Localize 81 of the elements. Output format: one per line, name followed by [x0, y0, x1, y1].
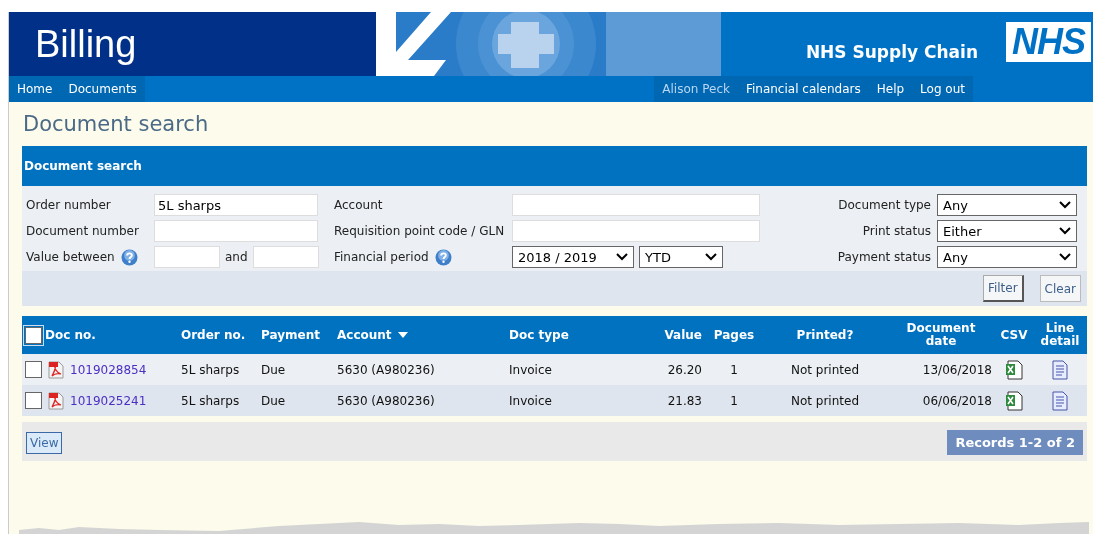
field-label: Payment status — [837, 250, 931, 264]
nav-link[interactable]: Log out — [912, 76, 973, 102]
dropdown[interactable]: Either — [937, 220, 1077, 242]
column-header[interactable]: Printed? — [796, 328, 854, 342]
table-cell: Due — [261, 393, 286, 408]
table-cell: 5L sharps — [181, 393, 240, 408]
records-count: Records 1-2 of 2 — [947, 430, 1083, 455]
spreadsheet-icon[interactable] — [1005, 390, 1023, 411]
field-label: and — [225, 250, 248, 264]
page-title: Document search — [23, 112, 210, 136]
field-label: Document type — [838, 198, 931, 212]
chevron-down-icon[interactable] — [705, 253, 717, 261]
document-link[interactable]: 1019028854 — [70, 362, 147, 377]
column-header[interactable]: Order no. — [181, 328, 246, 342]
table-cell: 5630 (A980236) — [337, 393, 435, 408]
pdf-icon[interactable] — [48, 360, 64, 379]
column-header[interactable]: Pages — [713, 328, 755, 342]
form-button[interactable]: Filter — [982, 275, 1024, 302]
field-label: Document number — [26, 224, 139, 238]
table-cell: Due — [261, 362, 286, 377]
dropdown[interactable]: 2018 / 2019 — [512, 246, 634, 268]
column-header[interactable]: Document date — [901, 322, 981, 348]
text-field[interactable] — [154, 220, 318, 242]
nav-link[interactable]: Documents — [60, 76, 145, 102]
brand-name: NHS Supply Chain — [805, 42, 978, 62]
form-button[interactable]: Clear — [1039, 275, 1081, 302]
nav-link[interactable]: Help — [868, 76, 913, 102]
column-header[interactable]: Line detail — [1040, 322, 1080, 348]
table-cell: Not printed — [790, 362, 859, 377]
row-checkbox[interactable] — [25, 361, 42, 378]
table-cell: Invoice — [509, 393, 552, 408]
document-icon[interactable] — [1051, 390, 1069, 411]
select-all-checkbox[interactable] — [25, 326, 42, 344]
column-header[interactable]: Payment — [261, 328, 320, 342]
app-title: Billing — [35, 22, 137, 66]
text-field[interactable] — [512, 220, 760, 242]
field-label: Print status — [862, 224, 931, 238]
table-cell: 21.83 — [667, 393, 702, 408]
chevron-down-icon[interactable] — [1059, 201, 1071, 209]
column-header[interactable]: Doc type — [509, 328, 569, 342]
text-field[interactable]: 5L sharps — [154, 194, 318, 216]
user-name[interactable]: Alison Peck — [654, 76, 738, 102]
view-button[interactable]: View — [26, 431, 63, 454]
chevron-down-icon[interactable] — [1059, 253, 1071, 261]
dropdown[interactable]: Any — [937, 194, 1077, 216]
table-cell: 06/06/2018 — [922, 393, 992, 408]
column-header[interactable]: CSV — [1000, 328, 1028, 342]
table-cell: 1 — [730, 393, 738, 408]
spreadsheet-icon[interactable] — [1005, 359, 1023, 380]
text-field[interactable] — [252, 246, 319, 268]
field-label: Account — [334, 198, 383, 212]
text-field[interactable] — [512, 194, 760, 216]
panel-title: Document search — [24, 159, 142, 173]
nav-link[interactable]: Financial calendars — [737, 76, 869, 102]
chevron-down-icon[interactable] — [1059, 227, 1071, 235]
column-header[interactable]: Value — [664, 328, 702, 342]
chevron-down-icon[interactable] — [616, 253, 628, 261]
document-link[interactable]: 1019025241 — [70, 393, 147, 408]
text-field[interactable] — [154, 246, 220, 268]
field-label: Requisition point code / GLN — [334, 224, 505, 238]
pdf-icon[interactable] — [48, 391, 64, 410]
dropdown[interactable]: YTD — [639, 246, 723, 268]
nhs-logo: NHS — [1006, 22, 1091, 62]
table-cell: 5630 (A980236) — [337, 362, 435, 377]
nav-link[interactable]: Home — [9, 76, 61, 102]
column-header[interactable]: Account — [337, 328, 392, 342]
column-header[interactable]: Doc no. — [45, 328, 96, 342]
table-cell: 1 — [730, 362, 738, 377]
row-checkbox[interactable] — [25, 392, 42, 409]
table-cell: 13/06/2018 — [922, 362, 992, 377]
sort-down-icon[interactable] — [397, 332, 408, 338]
dropdown[interactable]: Any — [937, 246, 1077, 268]
table-cell: Not printed — [790, 393, 859, 408]
field-label: Order number — [26, 198, 111, 212]
help-icon[interactable] — [434, 248, 452, 266]
table-cell: Invoice — [509, 362, 552, 377]
field-label: Financial period — [334, 250, 429, 264]
table-cell: 26.20 — [667, 362, 702, 377]
help-icon[interactable] — [120, 248, 138, 266]
field-label: Value between — [26, 250, 115, 264]
table-cell: 5L sharps — [181, 362, 240, 377]
